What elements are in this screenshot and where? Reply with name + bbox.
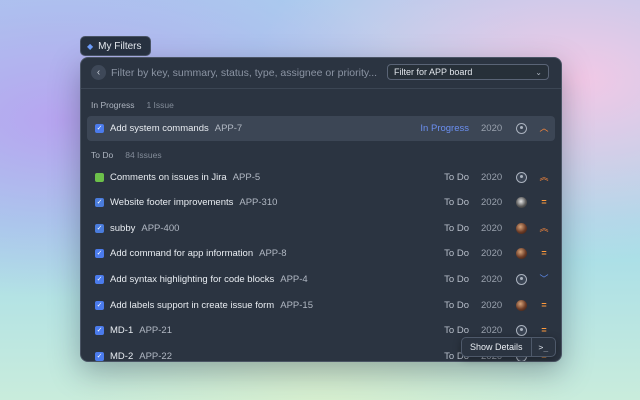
issue-status: To Do — [444, 197, 469, 208]
issue-type-subtask-icon: ✓ — [95, 198, 104, 207]
priority-high-icon: ︿ — [539, 123, 549, 133]
assignee-avatar — [516, 248, 527, 259]
filter-diamond-icon: ◆ — [87, 41, 94, 51]
issue-type-task-icon: ✓ — [95, 275, 104, 284]
issue-year: 2020 — [481, 172, 503, 183]
issue-status: To Do — [444, 325, 469, 336]
assignee-avatar — [516, 123, 527, 134]
issue-key: APP-15 — [280, 300, 313, 311]
issue-summary-text: Comments on issues in Jira — [110, 172, 227, 183]
board-filter-dropdown[interactable]: Filter for APP board ⌄ — [387, 64, 549, 80]
show-details-label: Show Details — [470, 342, 523, 352]
issue-key: APP-5 — [232, 172, 261, 183]
issue-status: In Progress — [420, 123, 469, 134]
issue-row[interactable]: ✓ subby APP-400 To Do 2020 ︽ — [87, 216, 555, 241]
issue-type-story-icon — [95, 173, 104, 182]
assignee-avatar — [516, 274, 527, 285]
issue-key: APP-22 — [139, 351, 172, 362]
assignee-avatar — [516, 223, 527, 234]
issue-summary: Add syntax highlighting for code blocks A… — [110, 274, 308, 285]
issue-year: 2020 — [481, 274, 503, 285]
issue-row[interactable]: ✓ Add command for app information APP-8 To … — [87, 241, 555, 266]
section-count: 1 Issue — [146, 100, 174, 110]
issue-year: 2020 — [481, 123, 503, 134]
priority-medium-icon: = — [541, 197, 547, 207]
priority-medium-icon: = — [541, 300, 547, 310]
issue-summary-text: Add system commands — [110, 123, 209, 134]
issue-year: 2020 — [481, 197, 503, 208]
issue-row[interactable]: ✓ Website footer improvements APP-310 To Do… — [87, 190, 555, 215]
section-to-do: To Do 84 Issues — [91, 148, 162, 162]
issue-summary: MD-2 APP-22 — [110, 351, 172, 362]
show-details-button[interactable]: Show Details >_ — [461, 337, 557, 357]
priority-medium-icon: = — [541, 325, 547, 335]
issue-summary-text: Add syntax highlighting for code blocks — [110, 274, 275, 285]
issue-summary-text: Website footer improvements — [110, 197, 234, 208]
priority-low-icon: ﹀ — [539, 274, 549, 284]
issue-row[interactable]: ✓ Add labels support in create issue form… — [87, 293, 555, 318]
search-input[interactable] — [111, 64, 381, 82]
assignee-avatar — [516, 325, 527, 336]
issue-status: To Do — [444, 248, 469, 259]
issue-row[interactable]: Comments on issues in Jira APP-5 To Do 2020… — [87, 165, 555, 190]
issue-key: APP-310 — [239, 197, 278, 208]
issue-year: 2020 — [481, 223, 503, 234]
assignee-avatar — [516, 172, 527, 183]
issue-summary: Add labels support in create issue form A… — [110, 300, 313, 311]
issue-summary: Add system commands APP-7 — [110, 123, 242, 134]
issues-window: ‹ Filter for APP board ⌄ In Progress 1 I… — [80, 57, 562, 362]
issue-year: 2020 — [481, 300, 503, 311]
issue-type-task-icon: ✓ — [95, 301, 104, 310]
assignee-avatar — [516, 300, 527, 311]
issue-key: APP-7 — [214, 123, 243, 134]
issue-type-task-icon: ✓ — [95, 352, 104, 361]
issue-year: 2020 — [481, 248, 503, 259]
issue-summary-text: subby — [110, 223, 136, 234]
issue-status: To Do — [444, 274, 469, 285]
issue-status: To Do — [444, 172, 469, 183]
issue-key: APP-400 — [141, 223, 180, 234]
issue-summary: Website footer improvements APP-310 — [110, 197, 277, 208]
issue-row[interactable]: ✓ Add system commands APP-7 In Progress 2020… — [87, 116, 555, 141]
priority-highest-icon: ︽ — [539, 223, 549, 233]
issue-key: APP-8 — [259, 248, 287, 259]
issue-summary: Comments on issues in Jira APP-5 — [110, 172, 260, 183]
issue-key: APP-4 — [280, 274, 308, 285]
issue-summary: Add command for app information APP-8 — [110, 248, 287, 259]
issue-row[interactable]: ✓ Add syntax highlighting for code blocks… — [87, 267, 555, 292]
section-title: To Do — [91, 150, 114, 160]
my-filters-tag[interactable]: ◆ My Filters — [80, 36, 151, 56]
issue-summary: subby APP-400 — [110, 223, 179, 234]
assignee-avatar — [516, 197, 527, 208]
issue-type-task-icon: ✓ — [95, 124, 104, 133]
issue-status: To Do — [444, 223, 469, 234]
issue-year: 2020 — [481, 325, 503, 336]
priority-medium-icon: = — [541, 248, 547, 258]
issue-summary-text: MD-1 — [110, 325, 134, 336]
my-filters-label: My Filters — [98, 40, 142, 52]
issue-type-subtask-icon: ✓ — [95, 224, 104, 233]
issue-summary-text: Add command for app information — [110, 248, 254, 259]
board-filter-value: Filter for APP board — [394, 67, 473, 77]
issue-key: APP-21 — [139, 325, 172, 336]
issue-type-task-icon: ✓ — [95, 249, 104, 258]
search-bar: ‹ Filter for APP board ⌄ — [81, 58, 561, 89]
section-in-progress: In Progress 1 Issue — [91, 98, 174, 112]
issue-status: To Do — [444, 300, 469, 311]
issue-summary-text: MD-2 — [110, 351, 134, 362]
section-count: 84 Issues — [125, 150, 162, 160]
issue-summary: MD-1 APP-21 — [110, 325, 172, 336]
chevron-down-icon: ⌄ — [535, 67, 542, 77]
terminal-icon: >_ — [530, 338, 556, 356]
back-chevron-icon[interactable]: ‹ — [91, 65, 106, 80]
issue-summary-text: Add labels support in create issue form — [110, 300, 275, 311]
issue-type-task-icon: ✓ — [95, 326, 104, 335]
priority-highest-icon: ︽ — [539, 172, 549, 182]
section-title: In Progress — [91, 100, 135, 110]
